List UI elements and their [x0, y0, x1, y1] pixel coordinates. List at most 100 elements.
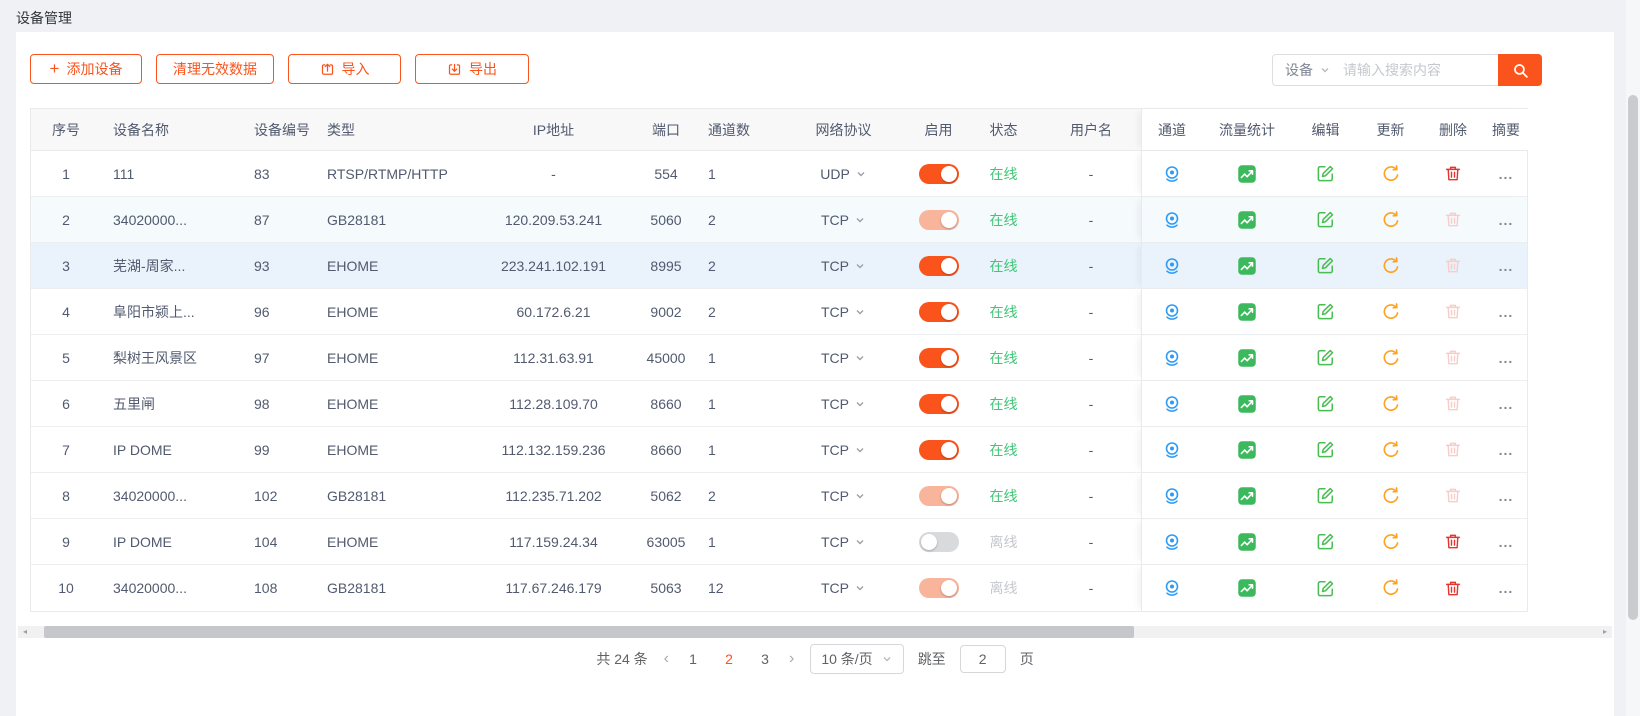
summary-ellipsis-icon[interactable]: ...	[1499, 442, 1514, 458]
jump-page-input[interactable]	[960, 645, 1006, 673]
table-row[interactable]: 9 IP DOME 104 EHOME 117.159.24.34 63005 …	[31, 519, 1527, 565]
refresh-icon[interactable]	[1381, 348, 1401, 368]
refresh-icon[interactable]	[1381, 440, 1401, 460]
traffic-stats-icon[interactable]	[1237, 532, 1257, 552]
next-page-button[interactable]: ›	[787, 651, 796, 667]
traffic-stats-icon[interactable]	[1237, 256, 1257, 276]
enable-toggle[interactable]	[919, 210, 959, 230]
search-input[interactable]	[1341, 61, 1498, 79]
edit-icon[interactable]	[1316, 579, 1335, 598]
traffic-stats-icon[interactable]	[1237, 164, 1257, 184]
traffic-stats-icon[interactable]	[1237, 440, 1257, 460]
enable-toggle[interactable]	[919, 348, 959, 368]
add-device-button[interactable]: + 添加设备	[30, 54, 142, 84]
summary-ellipsis-icon[interactable]: ...	[1499, 488, 1514, 504]
traffic-stats-icon[interactable]	[1237, 394, 1257, 414]
channel-webcam-icon[interactable]	[1162, 348, 1182, 368]
protocol-select[interactable]: TCP	[776, 335, 911, 380]
summary-ellipsis-icon[interactable]: ...	[1499, 212, 1514, 228]
delete-icon[interactable]	[1444, 302, 1462, 321]
table-row[interactable]: 10 34020000... 108 GB28181 117.67.246.17…	[31, 565, 1527, 611]
protocol-select[interactable]: TCP	[776, 381, 911, 426]
enable-toggle[interactable]	[919, 578, 959, 598]
edit-icon[interactable]	[1316, 210, 1335, 229]
protocol-select[interactable]: TCP	[776, 197, 911, 242]
traffic-stats-icon[interactable]	[1237, 210, 1257, 230]
refresh-icon[interactable]	[1381, 578, 1401, 598]
protocol-select[interactable]: TCP	[776, 519, 911, 564]
traffic-stats-icon[interactable]	[1237, 348, 1257, 368]
delete-icon[interactable]	[1444, 579, 1462, 598]
channel-webcam-icon[interactable]	[1162, 486, 1182, 506]
enable-toggle[interactable]	[919, 486, 959, 506]
protocol-select[interactable]: TCP	[776, 243, 911, 288]
table-row[interactable]: 7 IP DOME 99 EHOME 112.132.159.236 8660 …	[31, 427, 1527, 473]
edit-icon[interactable]	[1316, 440, 1335, 459]
export-button[interactable]: 导出	[415, 54, 529, 84]
summary-ellipsis-icon[interactable]: ...	[1499, 580, 1514, 596]
channel-webcam-icon[interactable]	[1162, 256, 1182, 276]
protocol-select[interactable]: UDP	[776, 151, 911, 196]
delete-icon[interactable]	[1444, 348, 1462, 367]
traffic-stats-icon[interactable]	[1237, 578, 1257, 598]
traffic-stats-icon[interactable]	[1237, 486, 1257, 506]
clean-invalid-data-button[interactable]: 清理无效数据	[156, 54, 274, 84]
delete-icon[interactable]	[1444, 532, 1462, 551]
table-row[interactable]: 6 五里闸 98 EHOME 112.28.109.70 8660 1 TCP …	[31, 381, 1527, 427]
search-category-select[interactable]: 设备	[1273, 60, 1341, 80]
enable-toggle[interactable]	[919, 302, 959, 322]
summary-ellipsis-icon[interactable]: ...	[1499, 166, 1514, 182]
enable-toggle[interactable]	[919, 164, 959, 184]
horizontal-scroll-track[interactable]	[32, 626, 1598, 638]
channel-webcam-icon[interactable]	[1162, 210, 1182, 230]
horizontal-scroll-thumb[interactable]	[44, 626, 1134, 638]
refresh-icon[interactable]	[1381, 256, 1401, 276]
channel-webcam-icon[interactable]	[1162, 532, 1182, 552]
channel-webcam-icon[interactable]	[1162, 302, 1182, 322]
protocol-select[interactable]: TCP	[776, 427, 911, 472]
edit-icon[interactable]	[1316, 348, 1335, 367]
delete-icon[interactable]	[1444, 210, 1462, 229]
edit-icon[interactable]	[1316, 486, 1335, 505]
table-row[interactable]: 3 芜湖-周家... 93 EHOME 223.241.102.191 8995…	[31, 243, 1527, 289]
delete-icon[interactable]	[1444, 256, 1462, 275]
enable-toggle[interactable]	[919, 440, 959, 460]
table-row[interactable]: 4 阜阳市颍上... 96 EHOME 60.172.6.21 9002 2 T…	[31, 289, 1527, 335]
edit-icon[interactable]	[1316, 164, 1335, 183]
channel-webcam-icon[interactable]	[1162, 440, 1182, 460]
page-size-select[interactable]: 10 条/页	[810, 644, 903, 674]
protocol-select[interactable]: TCP	[776, 289, 911, 334]
table-row[interactable]: 5 梨树王风景区 97 EHOME 112.31.63.91 45000 1 T…	[31, 335, 1527, 381]
edit-icon[interactable]	[1316, 394, 1335, 413]
page-scroll-thumb[interactable]	[1628, 95, 1638, 620]
summary-ellipsis-icon[interactable]: ...	[1499, 534, 1514, 550]
table-row[interactable]: 2 34020000... 87 GB28181 120.209.53.241 …	[31, 197, 1527, 243]
page-number-3[interactable]: 3	[757, 651, 773, 667]
protocol-select[interactable]: TCP	[776, 565, 911, 611]
summary-ellipsis-icon[interactable]: ...	[1499, 396, 1514, 412]
edit-icon[interactable]	[1316, 256, 1335, 275]
table-row[interactable]: 1 111 83 RTSP/RTMP/HTTP - 554 1 UDP 在线 -	[31, 151, 1527, 197]
enable-toggle[interactable]	[919, 394, 959, 414]
channel-webcam-icon[interactable]	[1162, 164, 1182, 184]
traffic-stats-icon[interactable]	[1237, 302, 1257, 322]
summary-ellipsis-icon[interactable]: ...	[1499, 350, 1514, 366]
edit-icon[interactable]	[1316, 302, 1335, 321]
delete-icon[interactable]	[1444, 440, 1462, 459]
delete-icon[interactable]	[1444, 486, 1462, 505]
channel-webcam-icon[interactable]	[1162, 394, 1182, 414]
protocol-select[interactable]: TCP	[776, 473, 911, 518]
scroll-right-arrow-icon[interactable]: ▸	[1598, 626, 1612, 638]
refresh-icon[interactable]	[1381, 394, 1401, 414]
enable-toggle[interactable]	[919, 256, 959, 276]
refresh-icon[interactable]	[1381, 532, 1401, 552]
page-number-2[interactable]: 2	[721, 651, 737, 667]
enable-toggle[interactable]	[919, 532, 959, 552]
channel-webcam-icon[interactable]	[1162, 578, 1182, 598]
summary-ellipsis-icon[interactable]: ...	[1499, 304, 1514, 320]
summary-ellipsis-icon[interactable]: ...	[1499, 258, 1514, 274]
refresh-icon[interactable]	[1381, 210, 1401, 230]
import-button[interactable]: 导入	[288, 54, 401, 84]
delete-icon[interactable]	[1444, 164, 1462, 183]
search-button[interactable]	[1498, 54, 1542, 86]
